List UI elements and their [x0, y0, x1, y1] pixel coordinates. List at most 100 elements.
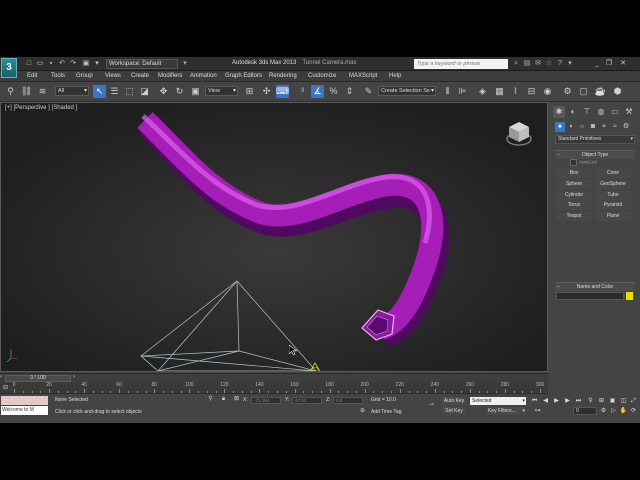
search-input[interactable]: Type a keyword or phrase [414, 59, 508, 69]
redo-icon[interactable]: ↷ [69, 60, 77, 68]
maxscript-output[interactable]: Welcome to M [1, 406, 48, 415]
time-slider[interactable]: 0 / 100 ‹ › [0, 373, 548, 382]
plane-button[interactable]: Plane [595, 212, 631, 221]
project-folder-icon[interactable]: ▣ [82, 60, 90, 68]
systems-icon[interactable]: ⚙ [621, 122, 631, 132]
object-name-field[interactable] [556, 292, 624, 300]
cylinder-button[interactable]: Cylinder [556, 191, 592, 200]
menu-edit[interactable]: Edit [27, 73, 37, 79]
torus-button[interactable]: Torus [556, 201, 592, 210]
render-iterative-icon[interactable]: ⬢ [611, 85, 624, 98]
set-key-button[interactable]: Set Key [442, 407, 466, 415]
go-to-start-icon[interactable]: ⏮ [530, 397, 539, 405]
help-icon[interactable]: ? [556, 60, 564, 68]
select-and-move-icon[interactable]: ✥ [157, 85, 170, 98]
viewcube-icon[interactable] [506, 118, 532, 148]
key-filters-button[interactable]: Key Filters... [486, 407, 526, 415]
window-crossing-icon[interactable]: ◪ [138, 85, 151, 98]
pan-view-icon[interactable]: ✋ [619, 407, 628, 415]
menu-views[interactable]: Views [105, 73, 121, 79]
menu-tools[interactable]: Tools [51, 73, 65, 79]
reference-coordinate-dropdown[interactable]: View [205, 86, 238, 96]
menu-help[interactable]: Help [389, 73, 401, 79]
named-selection-sets-dropdown[interactable]: Create Selection Se [378, 86, 436, 96]
orbit-icon[interactable]: ⟳ [629, 407, 638, 415]
undo-icon[interactable]: ↶ [58, 60, 66, 68]
next-frame-icon[interactable]: ▶ [563, 397, 572, 405]
rectangular-selection-icon[interactable]: ⬚ [123, 85, 136, 98]
menu-rendering[interactable]: Rendering [269, 73, 297, 79]
go-to-end-icon[interactable]: ⏭ [574, 397, 583, 405]
primitive-category-dropdown[interactable]: Standard Primitives [555, 135, 635, 144]
binoculars-icon[interactable]: ⌕ [512, 60, 520, 68]
teapot-button[interactable]: Teapot [556, 212, 592, 221]
selection-lock-icon[interactable]: 🔒︎ [220, 396, 227, 403]
mini-curve-editor-icon[interactable]: ⊟ [3, 384, 8, 391]
subscription-icon[interactable]: ▤ [523, 60, 531, 68]
geosphere-button[interactable]: GeoSphere [595, 180, 631, 189]
object-color-swatch[interactable] [626, 292, 633, 300]
maximize-viewport-icon[interactable]: ⤢ [629, 397, 638, 405]
menu-modifiers[interactable]: Modifiers [158, 73, 182, 79]
box-button[interactable]: Box [556, 169, 592, 178]
z-coordinate-field[interactable]: 0.0 [333, 397, 363, 404]
menu-create[interactable]: Create [131, 73, 149, 79]
key-mode-toggle-icon[interactable]: ⊶ [533, 407, 542, 415]
menu-graph-editors[interactable]: Graph Editors [225, 73, 262, 79]
zoom-extents-all-icon[interactable]: ◫ [619, 397, 628, 405]
create-tab-icon[interactable]: ✱ [553, 106, 565, 118]
material-editor-icon[interactable]: ◉ [541, 85, 554, 98]
select-and-link-icon[interactable]: ⚲ [4, 85, 17, 98]
absolute-mode-icon[interactable]: ⊠ [233, 396, 240, 403]
cone-button[interactable]: Cone [595, 169, 631, 178]
shapes-icon[interactable]: ◗ [566, 122, 576, 132]
zoom-all-icon[interactable]: ⊞ [597, 397, 606, 405]
align-icon[interactable]: ⊫ [456, 85, 469, 98]
track-bar[interactable]: ⊟ 0 20 40 60 80 100 120 140 160 180 200 220 240 260 28… [0, 382, 548, 394]
angle-snap-icon[interactable]: ∡ [311, 85, 324, 98]
render-setup-icon[interactable]: ⚙ [561, 85, 574, 98]
graphite-toggle-icon[interactable]: ▦ [493, 85, 506, 98]
communication-icon[interactable]: ✉ [534, 60, 542, 68]
favorites-icon[interactable]: ☆ [545, 60, 553, 68]
perspective-viewport[interactable]: [+] [Perspective ] [Shaded ] [0, 102, 548, 372]
layer-manager-icon[interactable]: ◈ [476, 85, 489, 98]
isolate-selection-icon[interactable]: ⚲ [207, 396, 214, 403]
curve-editor-icon[interactable]: ⌇ [509, 85, 522, 98]
restore-icon[interactable]: ❐ [604, 59, 614, 68]
select-and-scale-icon[interactable]: ▣ [189, 85, 202, 98]
new-file-icon[interactable]: □ [25, 60, 33, 68]
menu-maxscript[interactable]: MAXScript [349, 73, 377, 79]
use-pivot-center-icon[interactable]: ⊞ [243, 85, 256, 98]
slider-next-icon[interactable]: › [73, 374, 75, 380]
motion-tab-icon[interactable]: ◍ [595, 106, 607, 118]
bind-space-warp-icon[interactable]: ≋ [36, 85, 49, 98]
previous-frame-icon[interactable]: ◀ [541, 397, 550, 405]
pyramid-button[interactable]: Pyramid [595, 201, 631, 210]
object-type-rollout-header[interactable]: Object Type [555, 150, 635, 159]
schematic-view-icon[interactable]: ⊟ [525, 85, 538, 98]
key-mode-icon[interactable]: ⊸ [428, 402, 435, 409]
unlink-icon[interactable]: ⛓ [20, 85, 33, 98]
modify-tab-icon[interactable]: ◐ [567, 106, 579, 118]
zoom-extents-icon[interactable]: ▣ [608, 397, 617, 405]
edit-named-selections-icon[interactable]: ✎ [362, 85, 375, 98]
add-time-tag-button[interactable]: Add Time Tag [371, 409, 401, 415]
current-frame-field[interactable]: 0 [573, 407, 597, 415]
geometry-icon[interactable]: ● [555, 122, 565, 132]
spinner-snap-icon[interactable]: ⇕ [343, 85, 356, 98]
cameras-icon[interactable]: ◙ [588, 122, 598, 132]
menu-group[interactable]: Group [76, 73, 93, 79]
select-and-manipulate-icon[interactable]: ✣ [260, 85, 273, 98]
tube-button[interactable]: Tube [595, 191, 631, 200]
sphere-button[interactable]: Sphere [556, 180, 592, 189]
workspace-dropdown[interactable]: Workspace: Default [106, 59, 178, 69]
render-production-icon[interactable]: ☕ [594, 85, 607, 98]
help-dropdown-icon[interactable]: ▾ [566, 60, 574, 68]
rendered-frame-window-icon[interactable]: ▢ [577, 85, 590, 98]
time-configuration-icon[interactable]: ⚙ [599, 407, 608, 415]
time-slider-thumb[interactable]: 0 / 100 [5, 375, 71, 382]
play-icon[interactable]: ▶ [552, 397, 561, 405]
slider-prev-icon[interactable]: ‹ [0, 374, 2, 380]
close-icon[interactable]: ✕ [618, 59, 628, 68]
